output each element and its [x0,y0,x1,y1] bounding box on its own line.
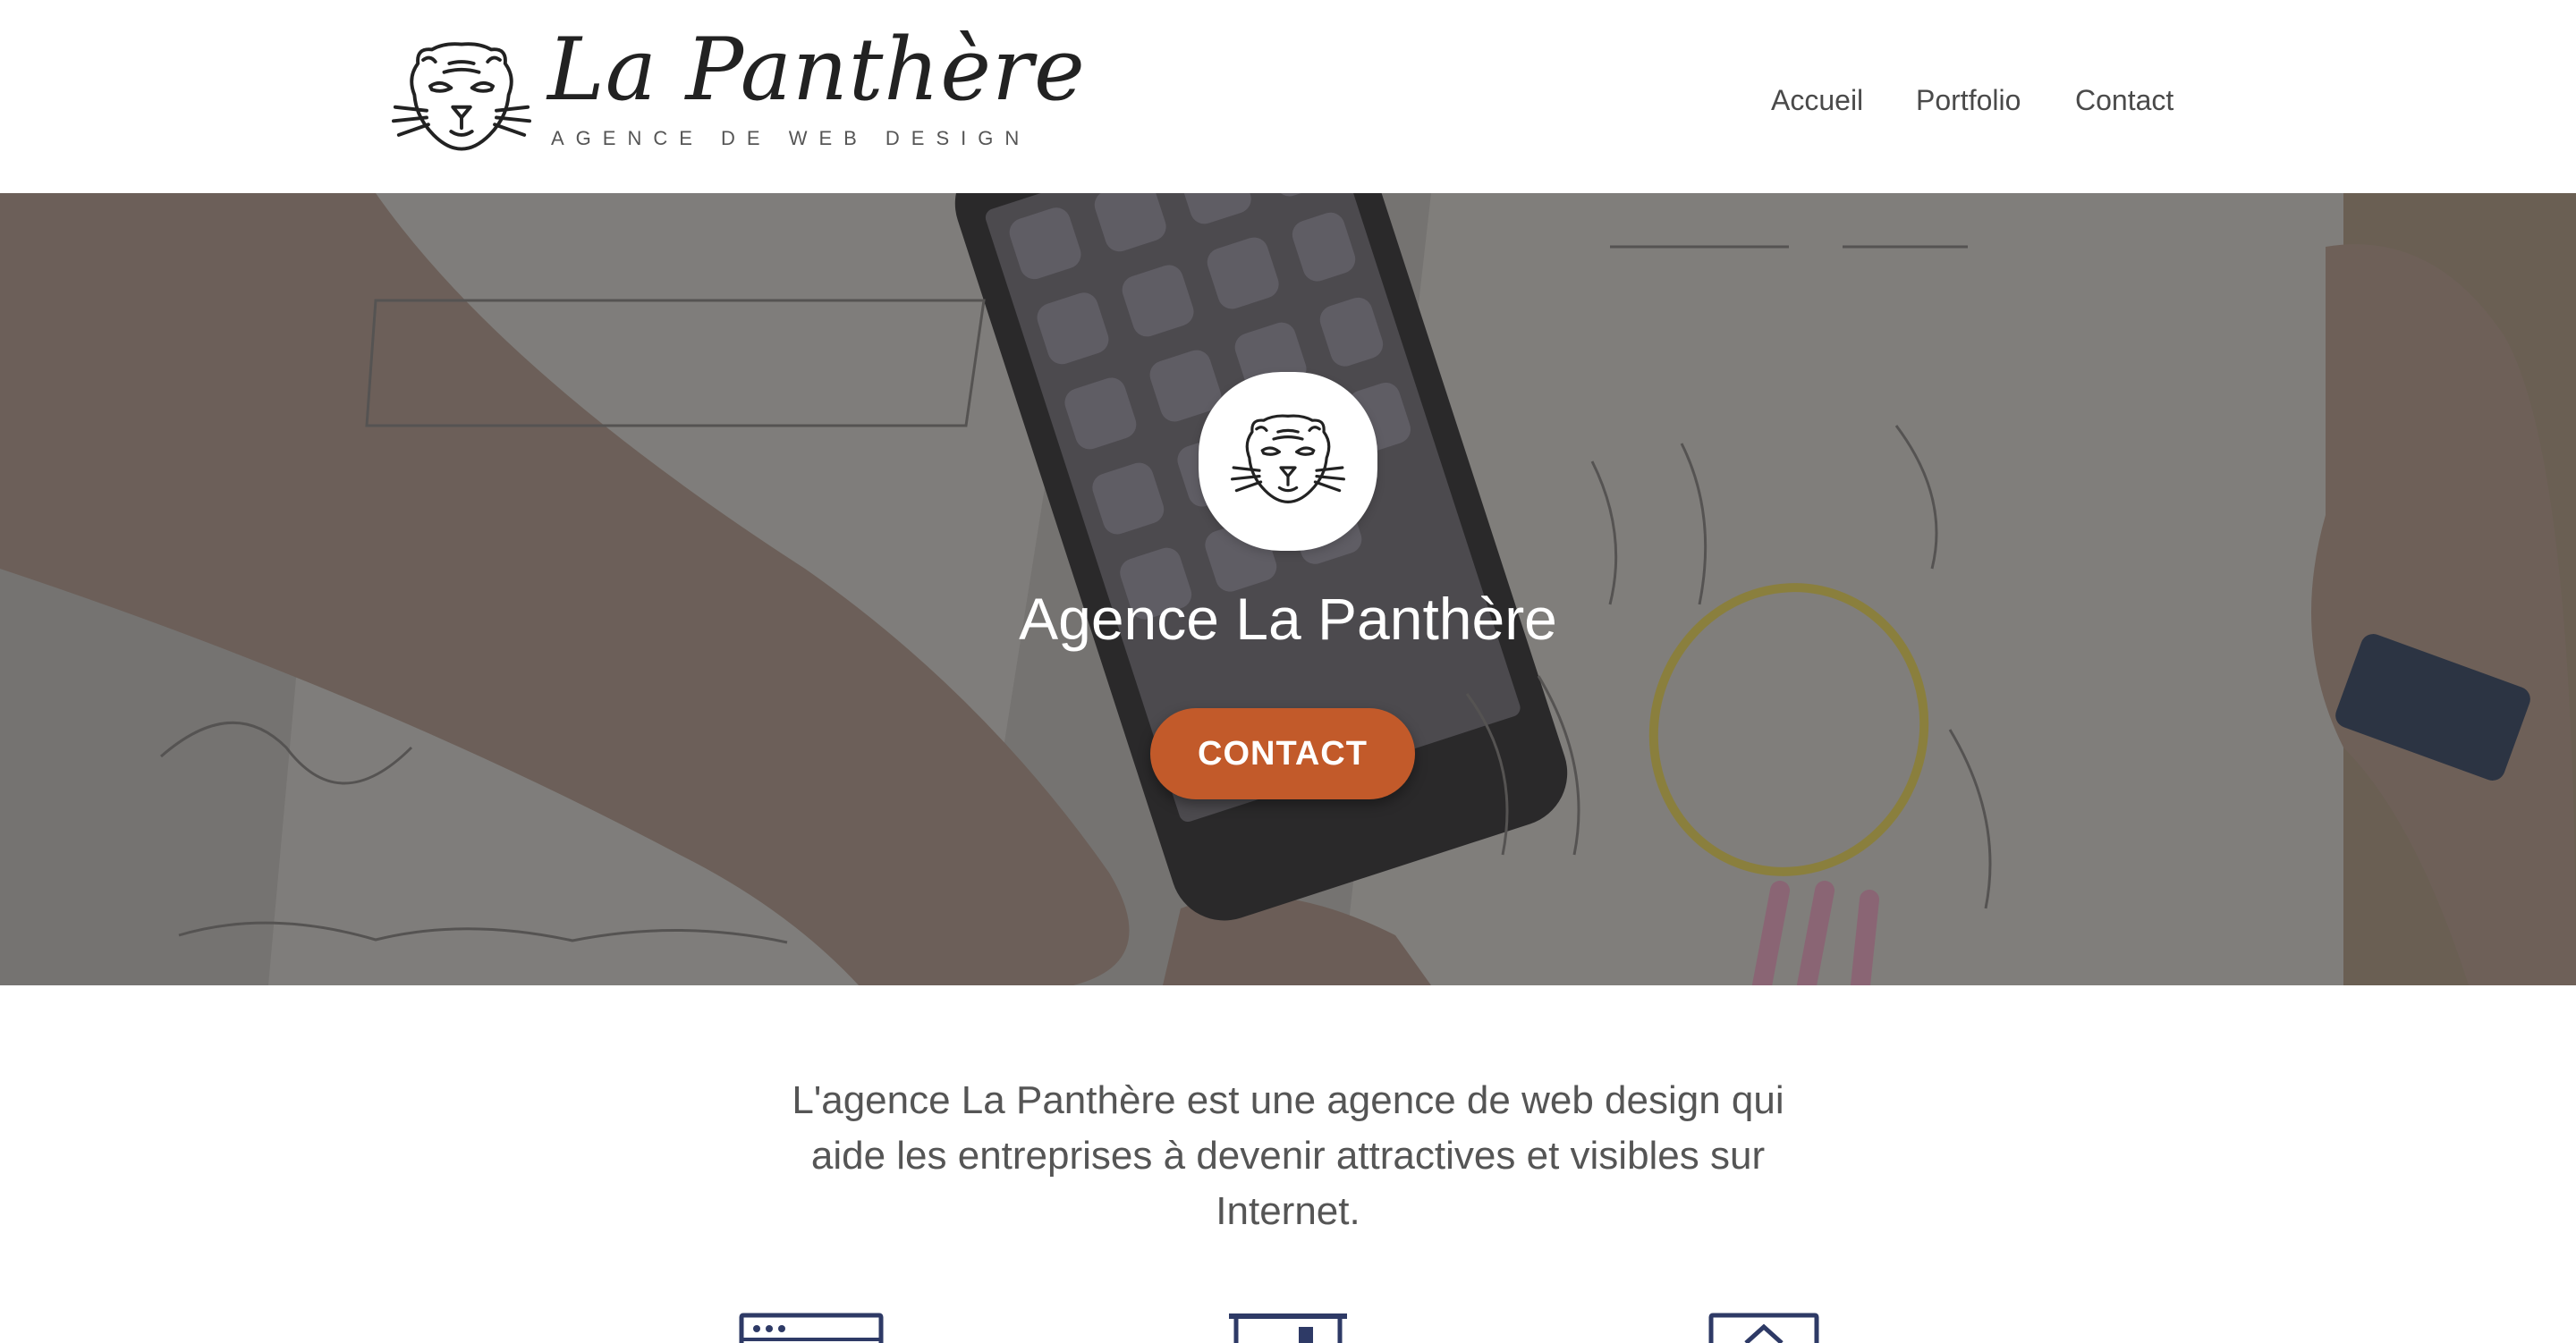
browser-window-icon [739,1313,884,1343]
house-frame-icon [1708,1313,1819,1343]
hero-title: Agence La Panthère [1019,586,1557,652]
logo-subtitle: AGENCE DE WEB DESIGN [551,127,1031,149]
site-header: La Panthère AGENCE DE WEB DESIGN Accueil… [0,0,2576,193]
hero-contact-button[interactable]: CONTACT [1150,708,1415,799]
nav-link-portfolio[interactable]: Portfolio [1916,84,2021,117]
nav-link-contact[interactable]: Contact [2075,84,2174,117]
hero-section: Agence La Panthère CONTACT [0,193,2576,985]
nav-link-accueil[interactable]: Accueil [1771,84,1863,117]
hero-logo-badge [1199,372,1377,551]
intro-text: L'agence La Panthère est une agence de w… [792,1078,1784,1233]
panther-head-icon [1231,414,1345,503]
presentation-board-icon [1229,1313,1347,1343]
main-nav: Accueil Portfolio Contact [0,84,2576,120]
